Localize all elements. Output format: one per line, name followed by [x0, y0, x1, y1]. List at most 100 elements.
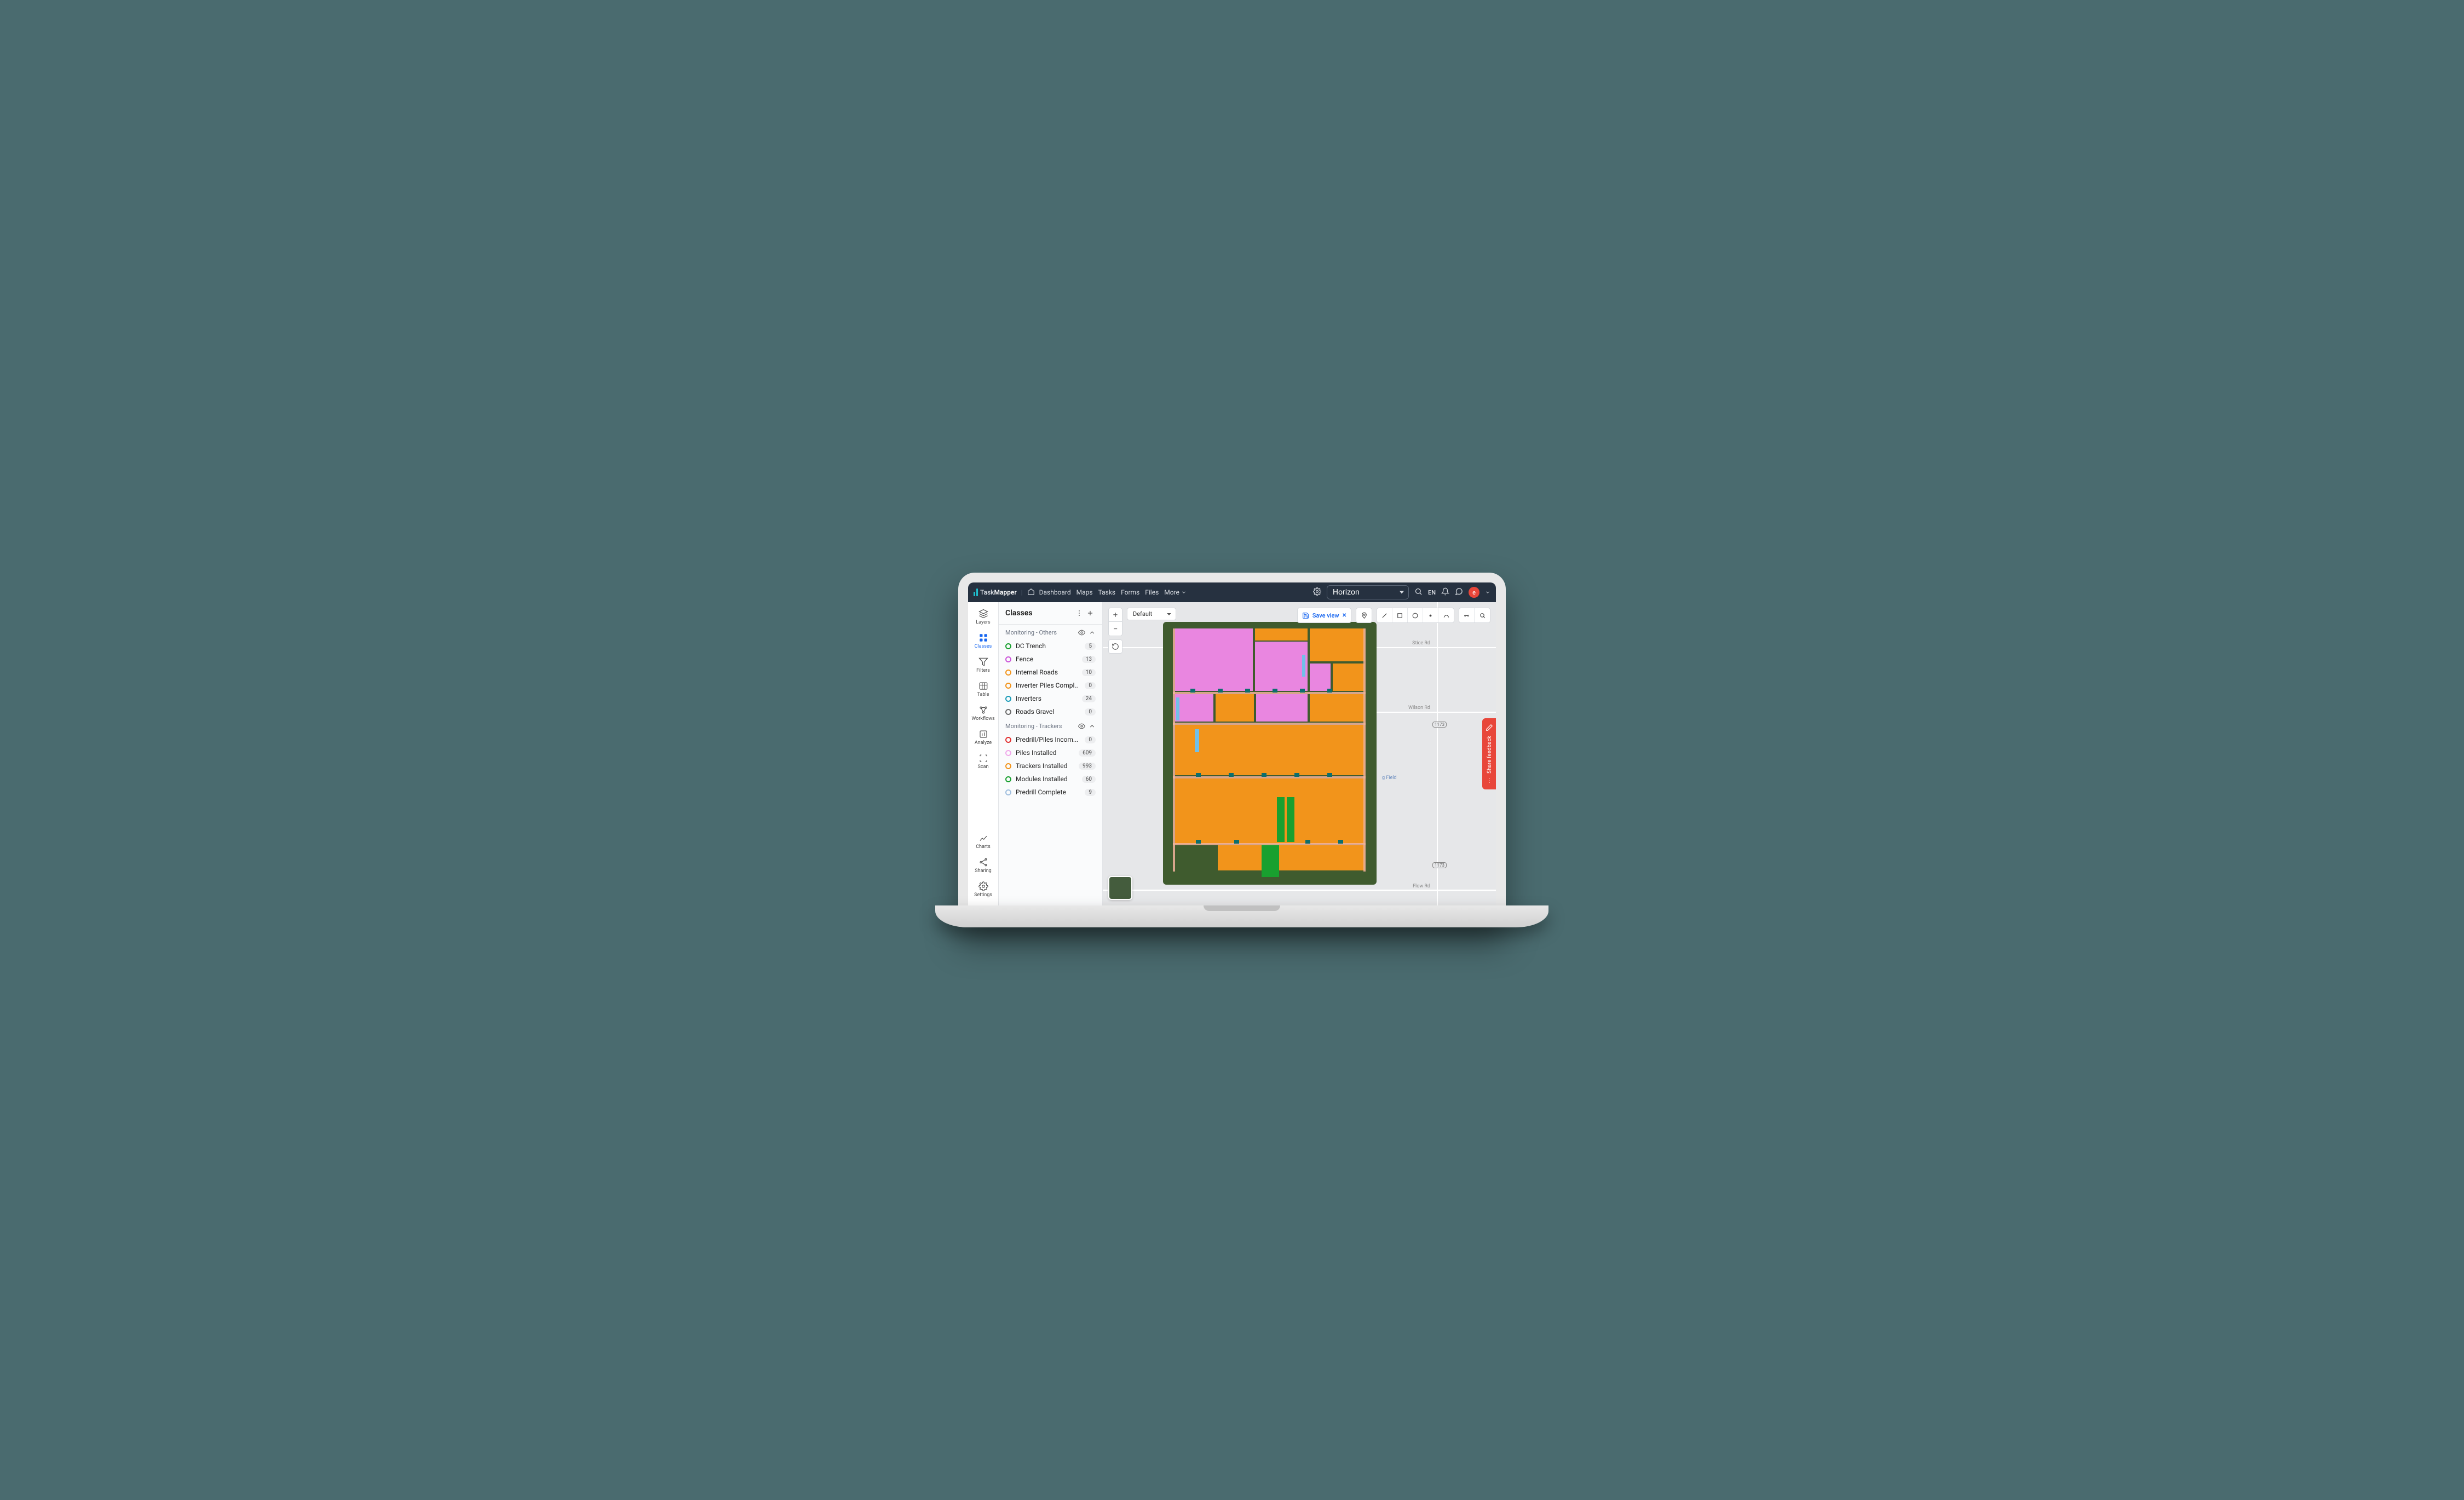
rail-table[interactable]: Table [970, 678, 997, 701]
class-group-header[interactable]: Monitoring - Others [999, 625, 1102, 639]
site-overlay [1163, 622, 1377, 885]
logo-text: TaskMapper [980, 589, 1017, 596]
swatch-icon [1005, 670, 1011, 676]
rail-charts[interactable]: Charts [970, 830, 997, 853]
count-badge: 0 [1085, 682, 1096, 689]
settings-icon[interactable] [1313, 587, 1321, 597]
feedback-tab[interactable]: Share feedback ⋮ [1482, 718, 1496, 789]
class-row[interactable]: Fence13 [999, 653, 1102, 666]
home-icon[interactable] [1027, 588, 1035, 597]
zoom-out-button[interactable]: − [1108, 622, 1122, 636]
project-select[interactable]: Horizon [1327, 585, 1409, 599]
count-badge: 0 [1085, 736, 1096, 743]
user-avatar[interactable]: e [1469, 587, 1479, 598]
count-badge: 0 [1085, 708, 1096, 716]
road-label: g Field [1382, 775, 1397, 781]
rail-workflows[interactable]: Workflows [970, 702, 997, 725]
notifications-icon[interactable] [1441, 587, 1449, 597]
swatch-icon [1005, 643, 1011, 649]
class-row[interactable]: Inverters24 [999, 692, 1102, 705]
panel-title: Classes [1005, 609, 1074, 618]
nav-more[interactable]: More [1164, 589, 1187, 596]
swatch-icon [1005, 696, 1011, 702]
rail-sharing[interactable]: Sharing [970, 854, 997, 877]
class-group-header[interactable]: Monitoring - Trackers [999, 718, 1102, 733]
class-row[interactable]: DC Trench5 [999, 639, 1102, 653]
swatch-icon [1005, 776, 1011, 782]
map-canvas[interactable]: Stice Rd Wilson Rd g Field Flow Rd 1173 … [1103, 602, 1496, 905]
class-row[interactable]: Trackers Installed993 [999, 759, 1102, 772]
class-row[interactable]: Internal Roads10 [999, 666, 1102, 679]
swatch-icon [1005, 789, 1011, 795]
point-tool[interactable] [1423, 608, 1438, 622]
chevron-up-icon[interactable] [1089, 723, 1096, 730]
class-row[interactable]: Roads Gravel0 [999, 705, 1102, 718]
nav-files[interactable]: Files [1145, 589, 1159, 596]
class-row[interactable]: Modules Installed60 [999, 772, 1102, 786]
nav-maps[interactable]: Maps [1076, 589, 1093, 596]
chevron-down-icon[interactable] [1485, 590, 1490, 595]
count-badge: 13 [1082, 656, 1096, 663]
class-row[interactable]: Inverter Piles Compl..0 [999, 679, 1102, 692]
more-dots-icon: ⋮ [1487, 778, 1492, 784]
class-row[interactable]: Predrill Complete9 [999, 786, 1102, 799]
save-icon [1302, 612, 1309, 619]
route-badge: 1173 [1432, 722, 1447, 728]
count-badge: 5 [1085, 643, 1096, 650]
path-tool[interactable] [1438, 608, 1454, 622]
route-badge: 1173 [1432, 862, 1447, 868]
chevron-up-icon[interactable] [1089, 629, 1096, 636]
measure-tool[interactable] [1459, 608, 1475, 622]
map-zoom-controls: + − [1108, 608, 1122, 654]
classes-panel: Classes Monitoring - Others DC Trench5 F… [999, 602, 1103, 905]
eye-icon[interactable] [1078, 723, 1085, 730]
map-search-icon[interactable] [1475, 608, 1490, 622]
count-badge: 24 [1082, 695, 1096, 702]
add-class-icon[interactable] [1085, 608, 1096, 619]
count-badge: 609 [1079, 749, 1096, 757]
nav-forms[interactable]: Forms [1121, 589, 1139, 596]
road-label: Stice Rd [1412, 641, 1430, 646]
swatch-icon [1005, 709, 1011, 715]
rect-tool[interactable] [1392, 608, 1408, 622]
line-tool[interactable] [1377, 608, 1392, 622]
pin-tool[interactable] [1356, 608, 1372, 622]
nav-tasks[interactable]: Tasks [1098, 589, 1116, 596]
main-nav: Dashboard Maps Tasks Forms Files More [1039, 589, 1187, 596]
rail-scan[interactable]: Scan [970, 750, 997, 773]
rail-layers[interactable]: Layers [970, 605, 997, 628]
more-options-icon[interactable] [1074, 608, 1085, 619]
reset-view-button[interactable] [1108, 639, 1122, 654]
swatch-icon [1005, 737, 1011, 743]
app-header: TaskMapper | Dashboard Maps Tasks Forms … [968, 582, 1496, 602]
swatch-icon [1005, 750, 1011, 756]
rail-classes[interactable]: Classes [970, 630, 997, 653]
left-rail: Layers Classes Filters Table Workflows A… [968, 602, 999, 905]
class-row[interactable]: Predrill/Piles Incom...0 [999, 733, 1102, 746]
road [1377, 712, 1496, 713]
road-label: Flow Rd [1413, 884, 1430, 889]
language-toggle[interactable]: EN [1428, 589, 1436, 596]
zoom-in-button[interactable]: + [1108, 608, 1122, 622]
class-row[interactable]: Piles Installed609 [999, 746, 1102, 759]
layer-style-select[interactable]: Default [1127, 608, 1176, 620]
save-view-button[interactable]: Save view × [1297, 608, 1351, 623]
app-logo[interactable]: TaskMapper [974, 589, 1017, 596]
minimap[interactable] [1108, 876, 1132, 900]
circle-tool[interactable] [1408, 608, 1423, 622]
rail-filters[interactable]: Filters [970, 654, 997, 677]
rail-settings[interactable]: Settings [970, 878, 997, 901]
eye-icon[interactable] [1078, 629, 1085, 636]
close-icon[interactable]: × [1343, 611, 1346, 619]
nav-dashboard[interactable]: Dashboard [1039, 589, 1071, 596]
rail-analyze[interactable]: Analyze [970, 726, 997, 749]
count-badge: 10 [1082, 669, 1096, 676]
swatch-icon [1005, 763, 1011, 769]
logo-icon [974, 589, 978, 596]
count-badge: 60 [1082, 776, 1096, 783]
chat-icon[interactable] [1455, 587, 1463, 597]
search-icon[interactable] [1414, 587, 1423, 597]
pencil-icon [1486, 724, 1493, 731]
count-badge: 993 [1079, 763, 1096, 770]
divider: | [1021, 589, 1023, 596]
